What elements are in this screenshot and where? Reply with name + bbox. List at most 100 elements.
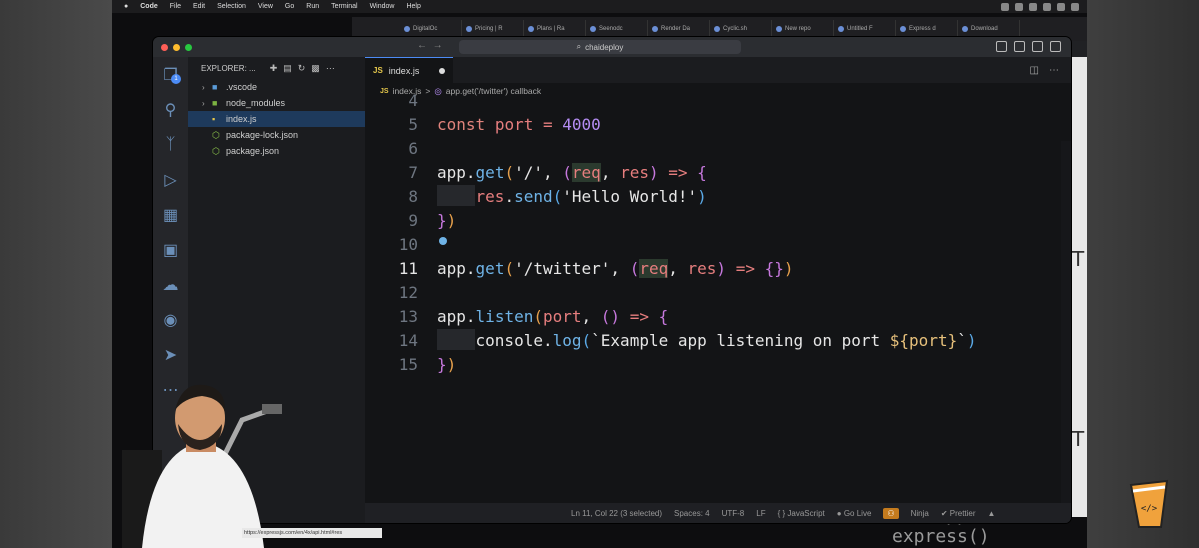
tray-icon[interactable]: [1015, 2, 1023, 11]
search-icon[interactable]: ⚲: [153, 92, 188, 127]
apple-menu-icon[interactable]: ●: [124, 3, 128, 10]
live-share-icon[interactable]: ➤: [153, 337, 188, 372]
extensions-icon[interactable]: ▦: [153, 197, 188, 232]
line-ending[interactable]: LF: [756, 509, 765, 518]
run-debug-icon[interactable]: ▷: [153, 162, 188, 197]
close-window-button[interactable]: [161, 43, 168, 51]
copilot-icon[interactable]: ⚇: [883, 507, 899, 519]
maximize-window-button[interactable]: [185, 43, 192, 51]
explorer-header: EXPLORER: ... ✚ ▤ ↻ ▩ ⋯: [188, 57, 365, 79]
collapse-all-icon[interactable]: ▩: [311, 63, 320, 74]
editor-scrollbar[interactable]: [1061, 141, 1071, 523]
line-number: 8: [408, 187, 418, 206]
wifi-icon[interactable]: [1043, 2, 1051, 11]
browser-tab[interactable]: DigitalOc: [400, 20, 462, 38]
menu-edit[interactable]: Edit: [193, 3, 205, 10]
customize-layout-icon[interactable]: [1050, 41, 1061, 52]
toggle-secondary-sidebar-icon[interactable]: [1032, 41, 1043, 52]
new-file-icon[interactable]: ✚: [270, 63, 278, 74]
menu-run[interactable]: Run: [306, 3, 319, 10]
testing-icon[interactable]: ◉: [153, 302, 188, 337]
browser-tab[interactable]: Render Da: [648, 20, 710, 38]
layout-controls: [996, 41, 1061, 52]
browser-tab[interactable]: Plans | Ra: [524, 20, 586, 38]
workspace-name: chaideploy: [585, 42, 624, 52]
ninja-button[interactable]: Ninja: [911, 509, 929, 518]
refresh-icon[interactable]: ↻: [298, 63, 306, 74]
status-bar: Ln 11, Col 22 (3 selected) Spaces: 4 UTF…: [365, 503, 1071, 523]
browser-tab[interactable]: Cyclic.sh: [710, 20, 772, 38]
tree-item-label: package.json: [226, 146, 280, 156]
lightbulb-icon[interactable]: [439, 237, 447, 245]
indentation[interactable]: Spaces: 4: [674, 509, 710, 518]
forward-arrow-icon[interactable]: →: [433, 40, 443, 51]
folder-icon: ■: [212, 82, 218, 92]
favicon-icon: [652, 26, 658, 32]
back-arrow-icon[interactable]: ←: [417, 40, 427, 51]
tree-item-node-modules[interactable]: › ■ node_modules: [188, 95, 365, 111]
tree-item-label: node_modules: [226, 98, 286, 108]
unsaved-dot-icon[interactable]: [439, 67, 445, 74]
editor-tab-index-js[interactable]: JS index.js: [365, 57, 453, 83]
code-line: }): [437, 355, 457, 374]
menu-selection[interactable]: Selection: [217, 3, 246, 10]
favicon-icon: [714, 26, 720, 32]
breadcrumb-symbol[interactable]: app.get('/twitter') callback: [446, 86, 541, 96]
tree-item-label: .vscode: [226, 82, 258, 92]
svg-text:</>: </>: [1141, 504, 1158, 514]
page-heading-glyph: T: [1072, 427, 1085, 451]
tab-label: index.js: [388, 65, 420, 76]
prettier-button[interactable]: ✔ Prettier: [941, 509, 976, 518]
json-file-icon: ⬡: [212, 145, 220, 156]
cursor-position[interactable]: Ln 11, Col 22 (3 selected): [571, 509, 662, 518]
explorer-icon[interactable]: ❐ 1: [153, 57, 188, 92]
browser-tab[interactable]: Download: [958, 20, 1020, 38]
tray-icon[interactable]: [1029, 2, 1037, 11]
tree-item-vscode[interactable]: › ■ .vscode: [188, 79, 365, 95]
line-number: 9: [408, 211, 418, 230]
editor-area: JS index.js ◫ ⋯ JS index.js > ◎ app.get(…: [365, 57, 1071, 523]
control-center-icon[interactable]: [1071, 2, 1079, 11]
line-number: 7: [408, 163, 418, 182]
tree-item-label: package-lock.json: [226, 130, 299, 140]
code-editor[interactable]: 4 5 6 7 8 9 10 11 12 13 14 15 const port…: [365, 91, 1071, 523]
line-number: 15: [398, 355, 418, 374]
tray-icon[interactable]: [1001, 2, 1009, 11]
js-file-icon: ▪: [212, 114, 216, 124]
docker-icon[interactable]: ☁: [153, 267, 188, 302]
menu-help[interactable]: Help: [406, 3, 420, 10]
browser-tab[interactable]: Untitled F: [834, 20, 896, 38]
more-actions-icon[interactable]: ⋯: [1049, 65, 1059, 76]
vscode-window: ← → ⌕ chaideploy ❐ 1 ⚲ ᛉ ▷ ▦ ▣ ☁ ◉ ➤ ⋯ E…: [153, 37, 1071, 523]
command-center[interactable]: ⌕ chaideploy: [459, 40, 741, 54]
remote-explorer-icon[interactable]: ▣: [153, 232, 188, 267]
channel-logo-icon: </>: [1129, 479, 1169, 528]
browser-tab[interactable]: Seenodc: [586, 20, 648, 38]
language-mode[interactable]: { } JavaScript: [778, 509, 825, 518]
tree-item-package-json[interactable]: ⬡ package.json: [188, 143, 365, 159]
menu-window[interactable]: Window: [370, 3, 395, 10]
minimize-window-button[interactable]: [173, 43, 180, 51]
tree-item-index-js[interactable]: ▪ index.js: [188, 111, 365, 127]
toggle-sidebar-icon[interactable]: [996, 41, 1007, 52]
more-actions-icon[interactable]: ⋯: [326, 63, 335, 74]
menu-view[interactable]: View: [258, 3, 273, 10]
menu-app-name[interactable]: Code: [140, 3, 158, 10]
menu-go[interactable]: Go: [285, 3, 294, 10]
split-editor-icon[interactable]: ◫: [1030, 65, 1039, 76]
code-line: app.get('/', (req, res) => {: [437, 163, 707, 182]
source-control-icon[interactable]: ᛉ: [153, 127, 188, 162]
go-live-button[interactable]: ● Go Live: [837, 509, 872, 518]
menu-terminal[interactable]: Terminal: [331, 3, 357, 10]
search-icon[interactable]: [1057, 2, 1065, 11]
menu-file[interactable]: File: [170, 3, 181, 10]
browser-tab[interactable]: Pricing | R: [462, 20, 524, 38]
line-number: 6: [408, 139, 418, 158]
browser-tab[interactable]: Express d: [896, 20, 958, 38]
new-folder-icon[interactable]: ▤: [283, 63, 292, 74]
tree-item-package-lock[interactable]: ⬡ package-lock.json: [188, 127, 365, 143]
toggle-panel-icon[interactable]: [1014, 41, 1025, 52]
browser-tab[interactable]: New repo: [772, 20, 834, 38]
encoding[interactable]: UTF-8: [722, 509, 745, 518]
notifications-icon[interactable]: ▲: [988, 509, 996, 518]
